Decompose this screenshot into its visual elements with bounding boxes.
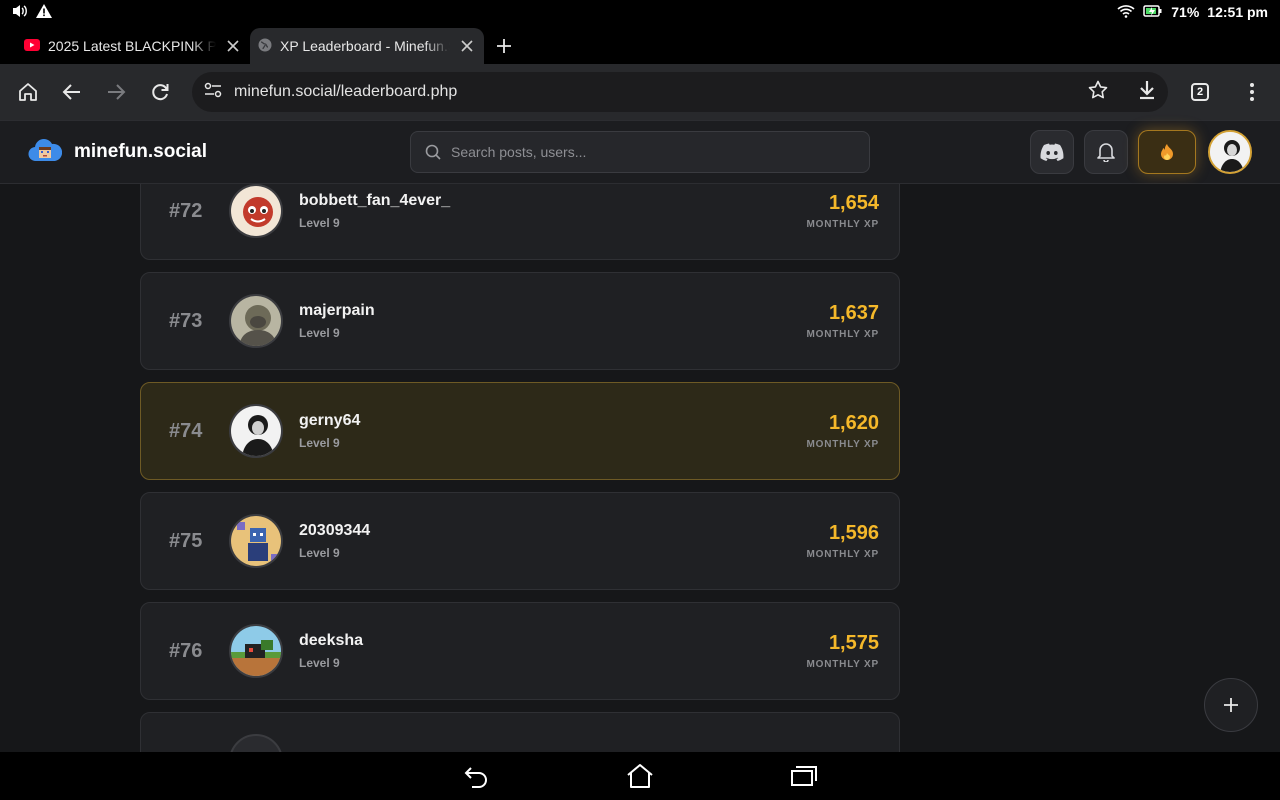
search-input[interactable] bbox=[451, 144, 855, 160]
tab-title: XP Leaderboard - Minefun.S bbox=[280, 38, 450, 54]
xp-label: MONTHLY XP bbox=[806, 329, 879, 340]
xp-value: 1,575 bbox=[828, 632, 879, 654]
forward-arrow-icon bbox=[108, 84, 126, 100]
streak-button[interactable] bbox=[1138, 130, 1196, 174]
tab-leaderboard[interactable]: XP Leaderboard - Minefun.S bbox=[250, 28, 484, 64]
xp-value: 1,637 bbox=[828, 302, 879, 324]
nav-home-button[interactable] bbox=[622, 758, 658, 794]
tab-count: 2 bbox=[1191, 83, 1209, 101]
nav-recents-button[interactable] bbox=[786, 758, 822, 794]
globe-icon bbox=[258, 38, 272, 55]
rank: #74 bbox=[169, 419, 203, 442]
close-tab-icon[interactable] bbox=[224, 37, 242, 55]
discord-icon bbox=[1040, 143, 1064, 161]
create-post-button[interactable] bbox=[1204, 678, 1258, 732]
home-button[interactable] bbox=[8, 72, 48, 112]
rank: #75 bbox=[169, 529, 203, 552]
back-arrow-icon bbox=[62, 84, 80, 100]
xp-value: 1,654 bbox=[828, 192, 879, 214]
xp-value: 1,596 bbox=[828, 522, 879, 544]
leaderboard-page: #72 bobbett_fan_4ever_ Level 9 1,654 MON… bbox=[0, 184, 1280, 752]
new-tab-button[interactable] bbox=[484, 28, 524, 64]
site-brand[interactable]: minefun.social bbox=[28, 137, 410, 168]
bell-icon bbox=[1097, 143, 1115, 162]
username[interactable]: deeksha bbox=[299, 632, 807, 650]
user-level: Level 9 bbox=[299, 326, 340, 340]
rank: #72 bbox=[169, 199, 203, 222]
android-nav-bar bbox=[0, 752, 1280, 800]
url-text[interactable]: minefun.social/leaderboard.php bbox=[234, 83, 1076, 101]
android-status-bar: 71% 12:51 pm bbox=[0, 0, 1280, 24]
discord-button[interactable] bbox=[1030, 130, 1074, 174]
home-icon bbox=[19, 83, 37, 101]
avatar[interactable] bbox=[229, 514, 283, 568]
username[interactable]: 20309344 bbox=[299, 522, 807, 540]
user-level: Level 9 bbox=[299, 216, 340, 230]
site-header: minefun.social bbox=[0, 120, 1280, 184]
leaderboard-row[interactable]: #75 20309344 Level 9 1,596 MONTHLY XP bbox=[140, 492, 900, 590]
site-settings-icon[interactable] bbox=[204, 82, 222, 103]
leaderboard-row[interactable] bbox=[140, 712, 900, 752]
avatar[interactable] bbox=[229, 404, 283, 458]
back-button[interactable] bbox=[52, 72, 92, 112]
close-tab-icon[interactable] bbox=[458, 37, 476, 55]
xp-label: MONTHLY XP bbox=[806, 549, 879, 560]
more-vert-icon bbox=[1250, 83, 1254, 101]
tab-youtube[interactable]: 2025 Latest BLACKPINK Pla bbox=[16, 28, 250, 64]
plus-icon bbox=[497, 39, 511, 53]
leaderboard-row-current-user[interactable]: #74 gerny64 Level 9 1,620 MONTHLY XP bbox=[140, 382, 900, 480]
username[interactable]: bobbett_fan_4ever_ bbox=[299, 192, 807, 210]
user-avatar[interactable] bbox=[1208, 130, 1252, 174]
menu-button[interactable] bbox=[1232, 72, 1272, 112]
wifi-icon bbox=[1117, 4, 1135, 21]
back-icon bbox=[464, 767, 487, 788]
avatar[interactable] bbox=[229, 184, 283, 238]
search-icon bbox=[425, 144, 441, 160]
battery-percent: 71% bbox=[1171, 4, 1200, 20]
rank: #73 bbox=[169, 309, 203, 332]
xp-value: 1,620 bbox=[828, 412, 879, 434]
youtube-icon bbox=[24, 38, 40, 54]
user-level: Level 9 bbox=[299, 546, 340, 560]
nav-back-button[interactable] bbox=[458, 758, 494, 794]
battery-icon bbox=[1143, 4, 1163, 21]
user-level: Level 9 bbox=[299, 436, 340, 450]
username[interactable]: gerny64 bbox=[299, 412, 807, 430]
volume-icon bbox=[12, 4, 28, 21]
recents-icon bbox=[791, 766, 817, 786]
avatar[interactable] bbox=[229, 734, 283, 752]
rank: #76 bbox=[169, 639, 203, 662]
xp-label: MONTHLY XP bbox=[806, 219, 879, 230]
clock: 12:51 pm bbox=[1207, 4, 1268, 20]
reload-button[interactable] bbox=[140, 72, 180, 112]
leaderboard-row[interactable]: #76 deeksha Level 9 1,575 MONTHLY XP bbox=[140, 602, 900, 700]
leaderboard-list: #72 bobbett_fan_4ever_ Level 9 1,654 MON… bbox=[140, 184, 900, 752]
site-name: minefun.social bbox=[74, 141, 208, 162]
leaderboard-row[interactable]: #72 bobbett_fan_4ever_ Level 9 1,654 MON… bbox=[140, 184, 900, 260]
fire-icon bbox=[1161, 144, 1173, 160]
avatar[interactable] bbox=[229, 624, 283, 678]
leaderboard-row[interactable]: #73 majerpain Level 9 1,637 MONTHLY XP bbox=[140, 272, 900, 370]
reload-icon bbox=[152, 84, 169, 101]
forward-button[interactable] bbox=[96, 72, 136, 112]
logo-icon bbox=[28, 137, 63, 168]
home-icon bbox=[627, 764, 653, 788]
bookmark-star-icon[interactable] bbox=[1088, 80, 1108, 105]
user-level: Level 9 bbox=[299, 656, 340, 670]
site-search[interactable] bbox=[410, 131, 870, 173]
browser-toolbar: minefun.social/leaderboard.php 2 bbox=[0, 64, 1280, 120]
xp-label: MONTHLY XP bbox=[806, 439, 879, 450]
browser-tab-strip: 2025 Latest BLACKPINK Pla XP Leaderboard… bbox=[0, 24, 1280, 64]
address-bar[interactable]: minefun.social/leaderboard.php bbox=[192, 72, 1168, 112]
notifications-button[interactable] bbox=[1084, 130, 1128, 174]
download-icon[interactable] bbox=[1138, 80, 1156, 105]
username[interactable]: majerpain bbox=[299, 302, 807, 320]
avatar[interactable] bbox=[229, 294, 283, 348]
tab-title: 2025 Latest BLACKPINK Pla bbox=[48, 38, 216, 54]
xp-label: MONTHLY XP bbox=[806, 659, 879, 670]
warning-icon bbox=[36, 3, 52, 21]
plus-icon bbox=[1224, 698, 1238, 712]
tab-switcher-button[interactable]: 2 bbox=[1180, 72, 1220, 112]
